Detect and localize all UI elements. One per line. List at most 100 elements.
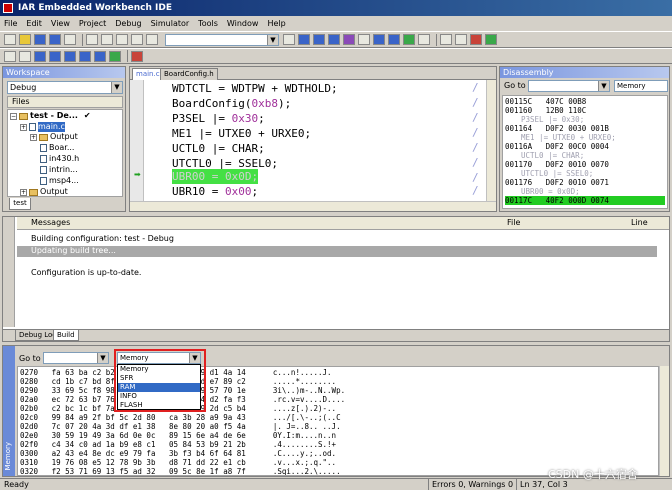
print-icon[interactable] xyxy=(64,34,76,45)
tree-project[interactable]: − test - De... ✔ xyxy=(10,111,91,121)
navigate-forward-icon[interactable] xyxy=(388,34,400,45)
tree-file-msp430[interactable]: msp4... xyxy=(40,176,79,186)
make-icon[interactable] xyxy=(418,34,430,45)
messages-column-header[interactable]: Messages xyxy=(31,217,70,229)
goto-icon[interactable] xyxy=(328,34,340,45)
message-item-selected[interactable]: Updating build tree... xyxy=(17,246,657,257)
message-item[interactable]: Configuration is up-to-date. xyxy=(31,268,141,278)
collapse-icon[interactable]: − xyxy=(10,112,17,120)
find-icon[interactable] xyxy=(283,34,295,45)
next-statement-icon[interactable] xyxy=(79,50,91,62)
new-file-icon[interactable] xyxy=(4,34,16,45)
save-all-icon[interactable] xyxy=(49,34,61,45)
reset-icon[interactable] xyxy=(4,50,16,62)
code-line[interactable]: UBR10 = 0x00; xyxy=(172,184,258,199)
disasm-line[interactable]: 001170 D0F2 0010 0070 xyxy=(505,160,665,169)
line-column-header[interactable]: Line xyxy=(631,217,648,229)
menu-tools[interactable]: Tools xyxy=(198,19,218,28)
go-icon[interactable] xyxy=(109,50,121,62)
next-bookmark-icon[interactable] xyxy=(358,34,370,45)
cut-icon[interactable] xyxy=(86,34,98,45)
code-line[interactable]: BoardConfig(0xb8); xyxy=(172,96,291,111)
tab-build[interactable]: Build xyxy=(53,330,79,341)
chevron-down-icon[interactable]: ▼ xyxy=(97,353,108,363)
code-line-current[interactable]: UBR00 = 0x0D; xyxy=(172,169,259,184)
code-line[interactable]: ME1 |= UTXE0 + URXE0; xyxy=(172,126,311,141)
disasm-source-line[interactable]: P3SEL |= 0x30; xyxy=(505,115,665,124)
chevron-down-icon[interactable]: ▼ xyxy=(598,81,609,91)
disasm-line[interactable]: 00116A D0F2 00C0 0004 xyxy=(505,142,665,151)
message-item[interactable]: Building configuration: test - Debug xyxy=(31,234,174,244)
memory-goto-combo[interactable]: ▼ xyxy=(43,352,109,364)
break-icon[interactable] xyxy=(19,50,31,62)
memory-vertical-scrollbar[interactable] xyxy=(659,366,669,476)
disasm-source-line[interactable]: UTCTL0 |= SSEL0; xyxy=(505,169,665,178)
copy-icon[interactable] xyxy=(101,34,113,45)
menu-file[interactable]: File xyxy=(4,19,17,28)
disassembly-memory-select[interactable]: Memory xyxy=(614,80,668,92)
run-to-cursor-icon[interactable] xyxy=(94,50,106,62)
editor-horizontal-scrollbar[interactable] xyxy=(130,201,496,211)
editor-vertical-scrollbar[interactable] xyxy=(486,80,496,201)
code-line[interactable]: UCTL0 |= CHAR; xyxy=(172,141,265,156)
step-over-icon[interactable] xyxy=(34,50,46,62)
menu-help[interactable]: Help xyxy=(267,19,285,28)
editor-gutter[interactable] xyxy=(130,80,144,201)
tree-file-intrinsics[interactable]: intrin... xyxy=(40,165,78,175)
stop-build-icon[interactable] xyxy=(440,34,452,45)
tree-folder-output[interactable]: + Output xyxy=(30,132,78,142)
stop-debugging-icon[interactable] xyxy=(131,50,143,62)
workspace-config-select[interactable]: Debug ▼ xyxy=(7,81,123,94)
disasm-source-line[interactable]: UBR00 = 0x0D; xyxy=(505,187,665,196)
disasm-line-current[interactable]: 00117C 40F2 000D 0074 xyxy=(505,196,665,205)
disassembly-listing[interactable]: 00115C 407C 00B8 001160 12B0 110C P3SEL … xyxy=(502,95,668,209)
menu-window[interactable]: Window xyxy=(227,19,259,28)
chevron-down-icon[interactable]: ▼ xyxy=(111,82,122,93)
expand-icon[interactable]: + xyxy=(20,188,27,196)
tree-file-in430[interactable]: in430.h xyxy=(40,154,79,164)
tree-folder-output-root[interactable]: + Output xyxy=(20,187,68,196)
compile-icon[interactable] xyxy=(403,34,415,45)
tree-file-main-c[interactable]: + main.c xyxy=(20,122,65,132)
step-into-icon[interactable] xyxy=(49,50,61,62)
file-column-header[interactable]: File xyxy=(507,217,520,229)
chevron-down-icon[interactable]: ▼ xyxy=(267,34,278,45)
open-folder-icon[interactable] xyxy=(19,34,31,45)
menu-simulator[interactable]: Simulator xyxy=(151,19,190,28)
undo-icon[interactable] xyxy=(131,34,143,45)
paste-icon[interactable] xyxy=(116,34,128,45)
files-column-header[interactable]: Files xyxy=(7,96,123,108)
disasm-line[interactable]: 001164 D0F2 0030 001B xyxy=(505,124,665,133)
tab-boardconfig-h[interactable]: BoardConfig.h xyxy=(160,68,218,80)
find-next-icon[interactable] xyxy=(298,34,310,45)
save-icon[interactable] xyxy=(34,34,46,45)
bookmark-icon[interactable] xyxy=(343,34,355,45)
step-out-icon[interactable] xyxy=(64,50,76,62)
menu-view[interactable]: View xyxy=(51,19,70,28)
tab-main-c[interactable]: main.c xyxy=(132,68,164,80)
workspace-tab-test[interactable]: test xyxy=(9,198,31,210)
code-line[interactable]: P3SEL |= 0x30; xyxy=(172,111,265,126)
disasm-line[interactable]: 00115C 407C 00B8 xyxy=(505,97,665,106)
code-line[interactable]: WDTCTL = WDTPW + WDTHOLD; xyxy=(172,81,338,96)
find-combo[interactable]: ▼ xyxy=(165,33,279,46)
disasm-line[interactable]: 001176 D0F2 0010 0071 xyxy=(505,178,665,187)
disassembly-goto-combo[interactable]: ▼ xyxy=(528,80,610,92)
redo-icon[interactable] xyxy=(146,34,158,45)
breakpoint-icon[interactable] xyxy=(470,34,482,45)
expand-icon[interactable]: + xyxy=(20,123,27,131)
messages-side-handle[interactable] xyxy=(3,217,15,327)
menu-project[interactable]: Project xyxy=(79,19,106,28)
toggle-breakpoint-icon[interactable] xyxy=(455,34,467,45)
disasm-source-line[interactable]: UCTL0 |= CHAR; xyxy=(505,151,665,160)
debug-icon[interactable] xyxy=(485,34,497,45)
memory-row[interactable]: 0320 f2 53 71 69 13 f5 ad 32 09 5c 8e 1f… xyxy=(20,467,341,475)
disasm-line[interactable]: 001160 12B0 110C xyxy=(505,106,665,115)
expand-icon[interactable]: + xyxy=(30,133,37,141)
navigate-back-icon[interactable] xyxy=(373,34,385,45)
disasm-source-line[interactable]: ME1 |= UTXE0 + URXE0; xyxy=(505,133,665,142)
find-prev-icon[interactable] xyxy=(313,34,325,45)
menu-debug[interactable]: Debug xyxy=(115,19,141,28)
menu-edit[interactable]: Edit xyxy=(26,19,42,28)
tree-file-boardconfig[interactable]: Boar... xyxy=(40,143,74,153)
